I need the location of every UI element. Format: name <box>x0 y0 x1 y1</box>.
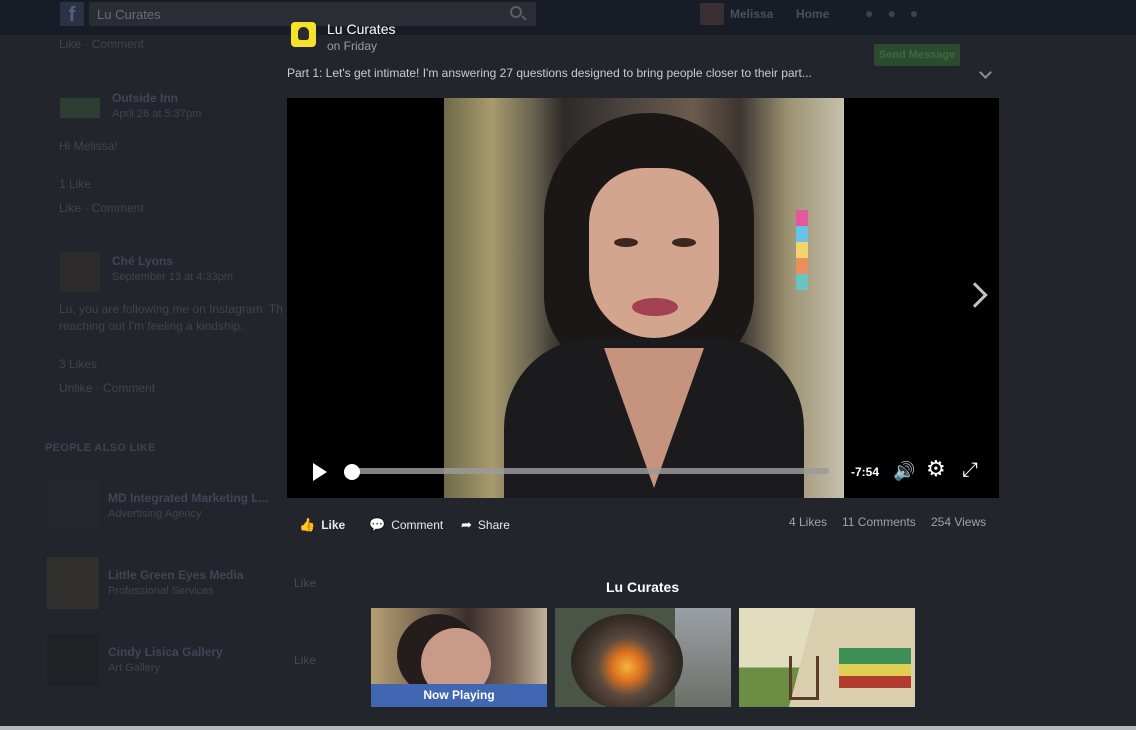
progress-handle[interactable] <box>344 464 360 480</box>
top-navigation-bar: f Lu Curates Melissa Home ●●● <box>0 0 1136 35</box>
suggested-page-logo <box>47 557 99 609</box>
thumbs-up-icon: 👍 <box>299 517 316 532</box>
send-message-button[interactable]: Send Message <box>874 44 960 66</box>
video-caption: Part 1: Let's get intimate! I'm answerin… <box>287 66 812 80</box>
search-icon[interactable] <box>510 6 522 18</box>
bottom-divider <box>0 726 1136 730</box>
post-text: reaching out I'm feeling a kindship. <box>59 319 244 333</box>
post-author-avatar <box>60 252 100 292</box>
suggested-page-category: Professional Services <box>108 585 214 597</box>
video-thumbnail[interactable] <box>739 608 915 707</box>
page-name-link[interactable]: Lu Curates <box>327 21 395 37</box>
profile-link[interactable]: Melissa <box>730 7 773 21</box>
volume-icon[interactable]: 🔊 <box>893 462 915 480</box>
people-also-like-heading: PEOPLE ALSO LIKE <box>45 442 156 454</box>
play-icon[interactable] <box>313 463 327 481</box>
progress-bar[interactable] <box>345 468 829 474</box>
suggested-page-logo <box>47 634 99 686</box>
like-page-button[interactable]: Like <box>294 576 316 590</box>
video-player[interactable] <box>287 98 999 498</box>
post-author-avatar <box>60 98 100 118</box>
suggested-page-name[interactable]: MD Integrated Marketing L... <box>108 491 269 505</box>
post-text: Lu, you are following me on Instagram. T… <box>59 302 283 316</box>
post-likes: 1 Like <box>59 177 92 191</box>
gear-icon[interactable]: ⚙ <box>926 458 946 480</box>
like-page-button[interactable]: Like <box>294 653 316 667</box>
post-actions: Unlike · Comment <box>59 381 156 395</box>
suggested-page-name[interactable]: Little Green Eyes Media <box>108 568 243 582</box>
fire-pit-image <box>571 614 683 707</box>
time-remaining: -7:54 <box>851 465 880 479</box>
sticky-notes <box>796 210 808 290</box>
facebook-logo-icon[interactable]: f <box>60 2 84 26</box>
share-label: Share <box>477 518 510 532</box>
post-author: Ché Lyons <box>112 254 173 268</box>
share-icon: ➦ <box>461 517 472 532</box>
post-time: April 26 at 5:37pm <box>112 108 202 120</box>
fullscreen-icon[interactable]: ⤢ <box>962 460 978 480</box>
views-count: 254 Views <box>931 515 987 529</box>
notification-icons[interactable]: ●●● <box>865 5 932 21</box>
more-videos-heading: Lu Curates <box>606 579 680 595</box>
snapchat-avatar-icon[interactable] <box>291 22 316 47</box>
post-text: Hi Melissa! <box>59 139 118 153</box>
suggested-page-logo <box>47 478 99 530</box>
avatar[interactable] <box>700 3 724 25</box>
like-label: Like <box>321 518 346 532</box>
video-thumbnail-current[interactable]: Now Playing <box>371 608 547 707</box>
comments-count[interactable]: 11 Comments <box>842 515 916 529</box>
post-time: September 13 at 4:33pm <box>112 271 234 283</box>
post-author: Outside Inn <box>112 91 178 105</box>
video-thumbnail[interactable] <box>555 608 731 707</box>
suggested-page-category: Advertising Agency <box>108 508 202 520</box>
search-input-value: Lu Curates <box>97 7 161 22</box>
likes-count[interactable]: 4 Likes <box>789 515 827 529</box>
like-button[interactable]: 👍 Like <box>299 517 345 533</box>
post-actions: Like · Comment <box>59 201 144 215</box>
comment-button[interactable]: 💬 Comment <box>369 517 443 533</box>
post-timestamp[interactable]: on Friday <box>327 39 377 53</box>
now-playing-badge: Now Playing <box>371 684 547 707</box>
suggested-page-name[interactable]: Cindy Lisica Gallery <box>108 645 223 659</box>
post-actions-top: Like · Comment <box>59 37 144 51</box>
comment-icon: 💬 <box>369 517 386 532</box>
post-likes: 3 Likes <box>59 357 98 371</box>
comment-label: Comment <box>391 518 444 532</box>
home-link[interactable]: Home <box>796 7 829 21</box>
suggested-page-category: Art Gallery <box>108 662 160 674</box>
share-button[interactable]: ➦ Share <box>461 517 510 533</box>
video-frame[interactable] <box>444 98 844 498</box>
